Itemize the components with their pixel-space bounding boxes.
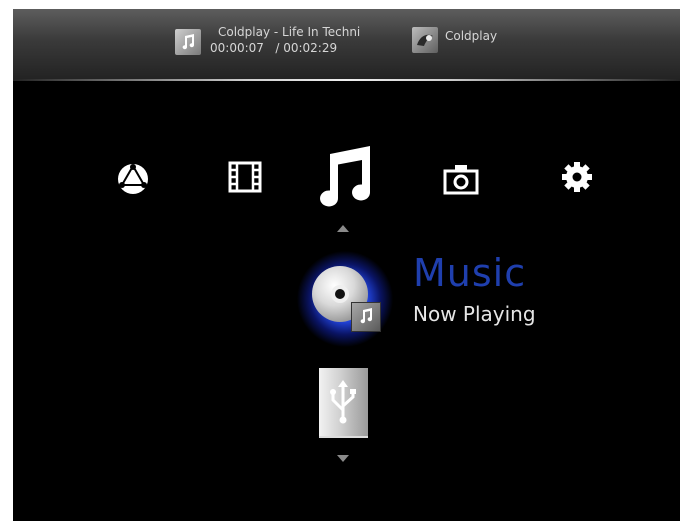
artist-name: Coldplay — [445, 29, 498, 43]
category-network[interactable] — [116, 162, 150, 196]
film-strip-icon — [228, 161, 262, 193]
gear-icon — [562, 162, 592, 192]
category-music[interactable] — [313, 143, 375, 209]
track-title: Coldplay - Life In Techni — [218, 25, 361, 39]
source-usb[interactable] — [319, 368, 368, 438]
category-settings[interactable] — [560, 160, 594, 194]
source-disc[interactable] — [295, 249, 395, 349]
elapsed-time: 00:00:07 — [210, 41, 264, 55]
network-globe-icon — [118, 164, 148, 194]
category-subtitle: Now Playing — [413, 302, 536, 326]
scroll-down-arrow-icon[interactable] — [337, 455, 349, 462]
category-movies[interactable] — [227, 160, 263, 194]
header-divider — [13, 79, 680, 81]
track-time: 00:00:07 / 00:02:29 — [210, 41, 337, 55]
total-time: / 00:02:29 — [275, 41, 338, 55]
media-player-screen: Coldplay - Life In Techni 00:00:07 / 00:… — [13, 9, 680, 521]
category-photos[interactable] — [443, 162, 479, 196]
camera-icon — [443, 165, 479, 195]
now-playing-thumbnail — [175, 29, 201, 55]
music-note-icon — [320, 146, 371, 207]
scroll-up-arrow-icon[interactable] — [337, 225, 349, 232]
music-badge-icon — [351, 302, 381, 332]
album-art-icon — [412, 27, 438, 53]
music-note-icon — [182, 34, 195, 50]
usb-icon — [330, 380, 356, 424]
category-title: Music — [413, 251, 527, 295]
now-playing-bar: Coldplay - Life In Techni 00:00:07 / 00:… — [13, 9, 680, 79]
